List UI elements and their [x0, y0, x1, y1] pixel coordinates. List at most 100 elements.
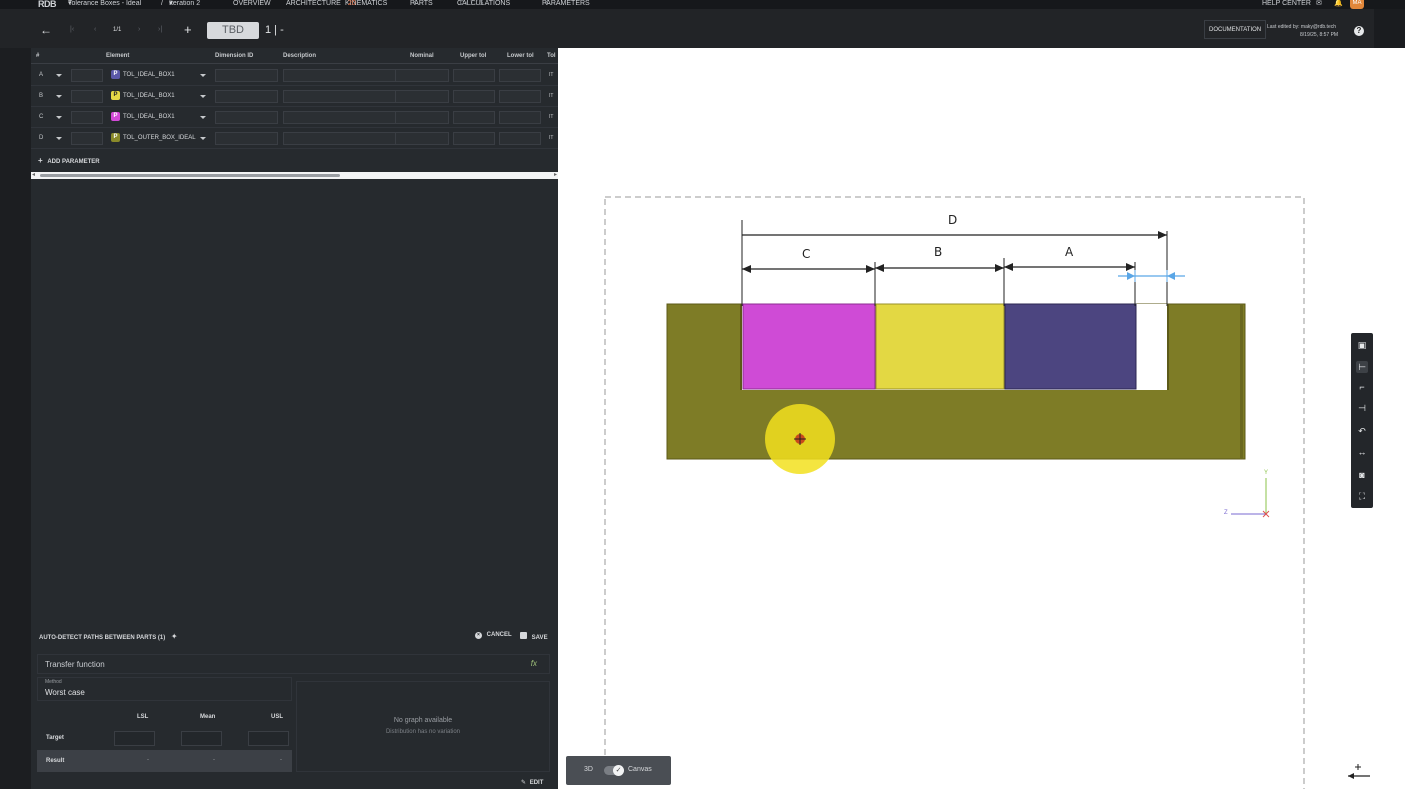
dimension-a-arrowhead: [1004, 263, 1013, 271]
edit-button[interactable]: ✎ EDIT: [521, 779, 543, 786]
bell-icon[interactable]: 🔔: [1334, 0, 1343, 7]
back-arrow-icon[interactable]: ←: [40, 23, 52, 37]
save-label: SAVE: [531, 635, 548, 641]
scrollbar-thumb[interactable]: [40, 174, 340, 177]
project-selector[interactable]: Tolerance Boxes - Ideal ▾: [68, 0, 141, 7]
table-row[interactable]: B P TOL_IDEAL_BOX1 IT: [31, 86, 558, 107]
table-row[interactable]: D P TOL_OUTER_BOX_IDEAL IT: [31, 128, 558, 149]
upper-tol-field[interactable]: [453, 90, 495, 103]
part-tag-icon: P: [111, 133, 120, 142]
scroll-right-icon[interactable]: ▸: [554, 172, 557, 179]
element-dropdown-icon[interactable]: [200, 95, 206, 98]
lower-tol-field[interactable]: [499, 90, 541, 103]
dimension-id-field[interactable]: [215, 111, 278, 124]
toggle-canvas-label[interactable]: Canvas: [628, 766, 652, 773]
transfer-function-header: Transfer function fx: [37, 654, 550, 674]
upper-tol-field[interactable]: [453, 111, 495, 124]
upper-tol-field[interactable]: [453, 132, 495, 145]
target-label: Target: [46, 735, 64, 741]
method-select[interactable]: Method Worst case: [37, 677, 292, 701]
dimension-tool-icon[interactable]: ⊢: [1356, 361, 1368, 373]
add-calculation-icon[interactable]: +: [184, 22, 192, 37]
nominal-field[interactable]: [395, 69, 449, 82]
fx-icon[interactable]: fx: [531, 659, 537, 668]
element-name[interactable]: TOL_IDEAL_BOX1: [123, 93, 175, 99]
nominal-field[interactable]: [395, 132, 449, 145]
row-order-field[interactable]: [71, 90, 103, 103]
prev-page-icon[interactable]: ‹: [94, 26, 96, 33]
dimension-label-a[interactable]: A: [1065, 245, 1073, 259]
fullscreen-icon[interactable]: ⛶: [1356, 490, 1368, 502]
row-order-field[interactable]: [71, 132, 103, 145]
lower-tol-field[interactable]: [499, 132, 541, 145]
app-logo[interactable]: RDB: [38, 0, 57, 9]
lower-tol-field[interactable]: [499, 69, 541, 82]
measure-tool-icon[interactable]: ⊣: [1356, 402, 1368, 414]
iteration-selector[interactable]: Iteration 2 ▾: [169, 0, 200, 7]
toggle-3d-label[interactable]: 3D: [584, 766, 593, 773]
nominal-field[interactable]: [395, 111, 449, 124]
row-expand-icon[interactable]: [56, 116, 62, 119]
dimension-label-b[interactable]: B: [934, 245, 942, 259]
target-lsl-input[interactable]: [114, 731, 155, 746]
mail-icon[interactable]: ✉: [1316, 0, 1322, 7]
calculation-name-badge[interactable]: TBD: [207, 22, 259, 39]
row-order-field[interactable]: [71, 111, 103, 124]
table-row[interactable]: C P TOL_IDEAL_BOX1 IT: [31, 107, 558, 128]
dimension-id-field[interactable]: [215, 90, 278, 103]
row-expand-icon[interactable]: [56, 137, 62, 140]
tol-type[interactable]: IT: [549, 72, 553, 78]
image-export-icon[interactable]: ▣: [1356, 339, 1368, 351]
first-page-icon[interactable]: |‹: [70, 26, 74, 33]
scroll-left-icon[interactable]: ◂: [32, 172, 35, 179]
row-expand-icon[interactable]: [56, 74, 62, 77]
dimension-label-d[interactable]: D: [948, 213, 957, 227]
dimension-id-field[interactable]: [215, 132, 278, 145]
table-horizontal-scrollbar[interactable]: ◂ ▸: [31, 172, 558, 179]
toggle-switch[interactable]: ✓: [604, 765, 624, 776]
upper-tol-field[interactable]: [453, 69, 495, 82]
last-page-icon[interactable]: ›|: [158, 26, 162, 33]
help-icon[interactable]: ?: [1354, 26, 1364, 36]
table-row[interactable]: A P TOL_IDEAL_BOX1 IT: [31, 65, 558, 86]
cancel-button[interactable]: × CANCEL: [475, 632, 512, 639]
element-dropdown-icon[interactable]: [200, 137, 206, 140]
documentation-button[interactable]: DOCUMENTATION: [1204, 20, 1267, 39]
tolerance-diagram[interactable]: [558, 48, 1374, 789]
row-expand-icon[interactable]: [56, 95, 62, 98]
element-name[interactable]: TOL_IDEAL_BOX1: [123, 114, 175, 120]
outer-box-edge-left: [740, 304, 742, 390]
pan-horizontal-icon[interactable]: ↔: [1356, 446, 1368, 458]
add-parameter-button[interactable]: + ADD PARAMETER: [38, 156, 100, 165]
element-name[interactable]: TOL_OUTER_BOX_IDEAL: [123, 135, 196, 141]
help-center-link[interactable]: HELP CENTER: [1262, 0, 1311, 7]
nominal-field[interactable]: [395, 90, 449, 103]
result-label: Result: [46, 758, 65, 764]
avatar[interactable]: MA: [1350, 0, 1364, 9]
element-dropdown-icon[interactable]: [200, 116, 206, 119]
step-tool-icon[interactable]: ⌐: [1356, 381, 1368, 393]
nav-overview[interactable]: OVERVIEW: [233, 0, 271, 7]
tol-type[interactable]: IT: [549, 93, 553, 99]
auto-detect-button[interactable]: AUTO-DETECT PATHS BETWEEN PARTS (1) ✦: [39, 632, 178, 641]
element-name[interactable]: TOL_IDEAL_BOX1: [123, 72, 175, 78]
save-button[interactable]: SAVE: [520, 632, 548, 641]
tol-type[interactable]: IT: [549, 114, 553, 120]
tol-type[interactable]: IT: [549, 135, 553, 141]
dimension-label-c[interactable]: C: [802, 247, 810, 261]
screenshot-icon[interactable]: ◙: [1356, 469, 1368, 481]
nav-architecture[interactable]: ARCHITECTURE: [286, 0, 341, 7]
view-mode-toggle[interactable]: 3D ✓ Canvas: [566, 756, 671, 785]
row-order-field[interactable]: [71, 69, 103, 82]
element-dropdown-icon[interactable]: [200, 74, 206, 77]
undo-icon[interactable]: ↶: [1356, 425, 1368, 437]
result-row: Result - - -: [37, 750, 292, 772]
target-usl-input[interactable]: [248, 731, 289, 746]
lower-tol-field[interactable]: [499, 111, 541, 124]
next-page-icon[interactable]: ›: [138, 26, 140, 33]
result-mean: -: [213, 757, 215, 763]
dimension-id-field[interactable]: [215, 69, 278, 82]
dimension-d-arrowhead: [1158, 231, 1167, 239]
target-mean-input[interactable]: [181, 731, 222, 746]
save-icon: [520, 632, 527, 639]
